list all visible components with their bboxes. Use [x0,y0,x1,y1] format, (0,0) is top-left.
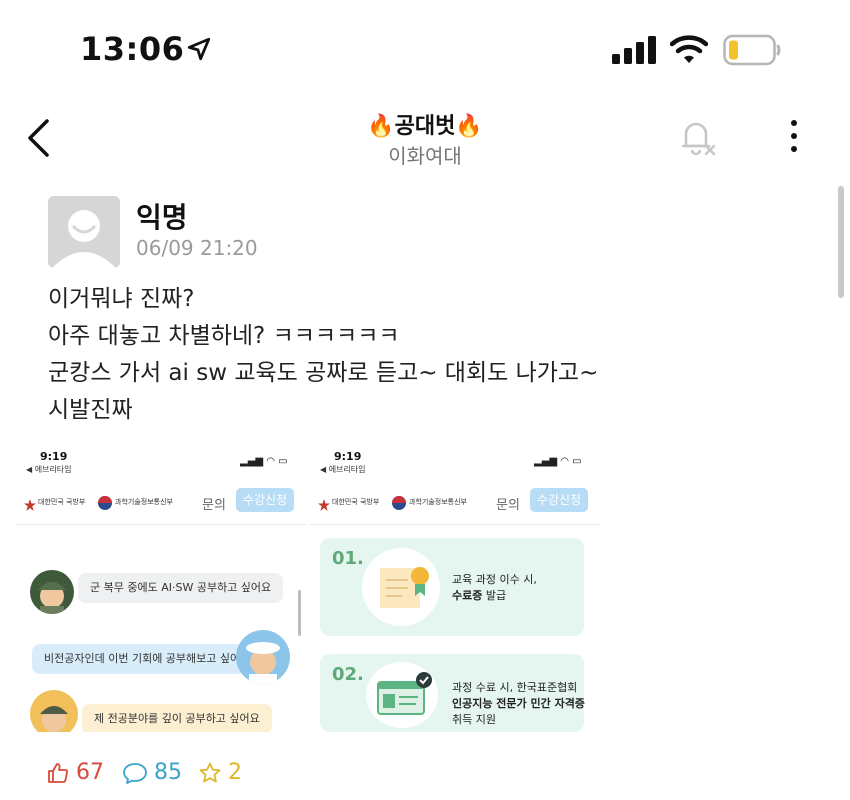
certificate-icon [362,548,440,626]
benefit-card: 02. 과정 수료 시, 한국표준협회 인공지능 전문가 민간 자격증 취득 지… [320,654,585,732]
mnd-star-icon [24,496,36,511]
notification-off-bell-icon[interactable] [678,116,718,158]
cellular-signal-icon [612,36,656,64]
wifi-icon [670,35,708,63]
attached-image-2[interactable]: 9:19 ◀ 에브리타임 ▂▄▆ ◠ ▭ 대한민국 국방부 과학기술정보통신부 … [310,440,600,732]
status-time: 13:06 [80,30,185,68]
reason-bubble: 군 복무 중에도 AI·SW 공부하고 싶어요 [78,573,284,603]
msit-logo-text: 과학기술정보통신부 [409,498,467,506]
divider [16,524,306,525]
like-count: 67 [76,760,104,785]
airforce-avatar-icon [30,690,78,732]
benefit-card: 01. 교육 과정 이수 시, 수료증 발급 [320,538,584,636]
benefit-number: 01. [332,548,364,569]
like-counter[interactable]: 67 [46,760,104,785]
mini-back-app: ◀ 에브리타임 [26,465,72,474]
post-line: 군캉스 가서 ai sw 교육도 공짜로 듣고~ 대회도 나가고~ [48,360,599,386]
benefit-bold: 인공지능 전문가 민간 자격증 [452,697,585,710]
reason-bubble: 비전공자인데 이번 기회에 공부해보고 싶어요 [32,644,263,674]
inquiry-link[interactable]: 문의 [202,494,226,513]
mnd-logo-text: 대한민국 국방부 [332,498,380,506]
divider [310,524,600,525]
apply-button[interactable]: 수강신청 [236,488,294,512]
msit-taegeuk-icon [98,495,112,510]
benefit-line: 교육 과정 이수 시, [452,573,537,586]
board-subtitle: 이화여대 [388,144,462,168]
board-title: 🔥공대벗🔥 [367,114,483,139]
location-arrow-icon [187,37,211,61]
post-line: 이거뭐냐 진짜? [48,286,195,312]
mini-status-time: 9:19 [334,450,362,463]
benefit-line: 과정 수료 시, 한국표준협회 [452,681,578,694]
msit-taegeuk-icon [392,495,406,510]
mini-status-time: 9:19 [40,450,68,463]
benefit-bold: 수료증 [452,589,483,602]
benefit-line: 인공지능 전문가 민간 자격증 [452,696,585,712]
mnd-logo-text: 대한민국 국방부 [38,498,86,506]
more-options-icon[interactable] [786,118,802,154]
mini-status-icons: ▂▄▆ ◠ ▭ [240,456,288,467]
apply-button[interactable]: 수강신청 [530,488,588,512]
comment-bubble-icon [123,762,147,784]
author-name: 익명 [136,201,188,234]
thumbs-up-icon [48,762,68,783]
license-card-icon [366,662,438,728]
attached-image-1[interactable]: 9:19 ◀ 에브리타임 ▂▄▆ ◠ ▭ 대한민국 국방부 과학기술정보통신부 … [16,440,306,732]
benefit-text: 교육 과정 이수 시, 수료증 발급 [452,572,537,604]
mnd-star-icon [318,496,330,511]
post-timestamp: 06/09 21:20 [136,236,258,260]
benefit-line: 수료증 발급 [452,588,537,604]
benefit-line: 취득 지원 [452,713,496,726]
benefit-rest: 발급 [482,589,507,602]
star-icon [199,762,221,782]
page-scrollbar[interactable] [838,186,844,298]
battery-icon [723,34,781,66]
comment-count: 85 [154,760,182,785]
post-line: 시발진짜 [48,397,133,423]
benefit-text: 과정 수료 시, 한국표준협회 인공지능 전문가 민간 자격증 취득 지원 [452,680,585,728]
comment-counter[interactable]: 85 [122,760,182,785]
default-avatar-icon [52,210,116,268]
mini-scrollbar [298,590,301,636]
post-line: 아주 대놓고 차별하네? ㅋㅋㅋㅋㅋㅋ [48,323,400,349]
scrap-counter[interactable]: 2 [198,760,242,785]
mini-back-app: ◀ 에브리타임 [320,465,366,474]
scrap-count: 2 [228,760,242,785]
msit-logo-text: 과학기술정보통신부 [115,498,173,506]
soldier-avatar-icon [30,570,74,614]
navy-avatar-icon [236,630,290,684]
benefit-number: 02. [332,664,364,685]
reason-bubble: 제 전공분야를 깊이 공부하고 싶어요 [82,704,272,732]
author-avatar [48,196,120,268]
post-body: 이거뭐냐 진짜? 아주 대놓고 차별하네? ㅋㅋㅋㅋㅋㅋ 군캉스 가서 ai s… [48,281,598,429]
inquiry-link[interactable]: 문의 [496,494,520,513]
mini-status-icons: ▂▄▆ ◠ ▭ [534,456,582,467]
